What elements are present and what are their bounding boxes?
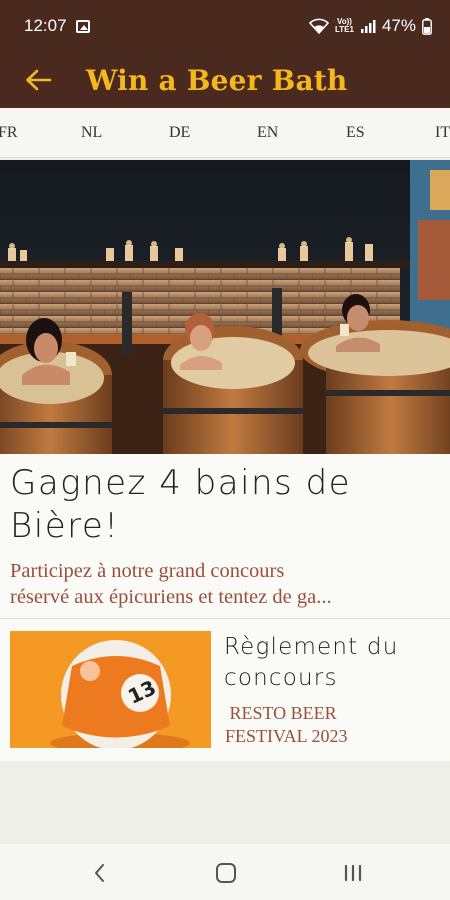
signal-icon <box>360 20 376 33</box>
nav-recents-button[interactable] <box>340 860 366 886</box>
recents-icon <box>344 864 362 882</box>
back-button[interactable] <box>18 60 58 100</box>
battery-icon <box>422 17 432 35</box>
gallery-notification-icon <box>75 19 90 33</box>
subtitle-line-2: FESTIVAL 2023 <box>225 726 348 746</box>
status-icons: Vo)) LTE1 47% <box>309 16 432 36</box>
wifi-icon <box>309 18 329 34</box>
battery-percent: 47% <box>381 16 416 35</box>
tab-language-fr[interactable]: FR <box>0 124 18 142</box>
status-time: 12:07 <box>24 16 67 35</box>
tab-language-es[interactable]: ES <box>346 124 365 142</box>
tab-language-it[interactable]: IT <box>435 124 450 142</box>
tab-language-de[interactable]: DE <box>169 124 190 142</box>
related-article-title[interactable]: Règlement du concours <box>224 632 446 694</box>
tab-language-nl[interactable]: NL <box>81 124 102 142</box>
hero-image[interactable] <box>0 160 450 454</box>
beer-bath-photo <box>0 160 450 454</box>
system-nav-bar <box>0 844 450 900</box>
article-excerpt: Participez à notre grand concours réserv… <box>10 558 445 610</box>
lte-label: LTE1 <box>335 25 354 34</box>
page-title: Win a Beer Bath <box>86 63 348 97</box>
tab-language-en[interactable]: EN <box>257 124 278 142</box>
nav-home-button[interactable] <box>213 860 239 886</box>
volte-indicator: Vo)) LTE1 <box>335 18 354 34</box>
home-square-icon <box>216 863 236 883</box>
app-bar: Win a Beer Bath <box>0 52 450 108</box>
chevron-left-icon <box>95 864 104 882</box>
arrow-left-icon <box>26 69 52 91</box>
nav-back-button[interactable] <box>87 860 113 886</box>
billiard-ball-image <box>10 631 211 748</box>
article-headline[interactable]: Gagnez 4 bains de Bière! <box>10 462 440 548</box>
excerpt-line-2: réservé aux épicuriens et tentez de ga..… <box>10 586 332 608</box>
related-article-subtitle: RESTO BEER FESTIVAL 2023 <box>225 702 445 748</box>
excerpt-line-1: Participez à notre grand concours <box>10 560 285 582</box>
language-tabs: FR NL DE EN ES IT <box>0 108 450 158</box>
status-bar: 12:07 Vo)) LTE1 47% <box>0 0 450 52</box>
related-article-thumbnail[interactable]: 13 <box>10 631 211 748</box>
subtitle-line-1: RESTO BEER <box>225 703 337 723</box>
